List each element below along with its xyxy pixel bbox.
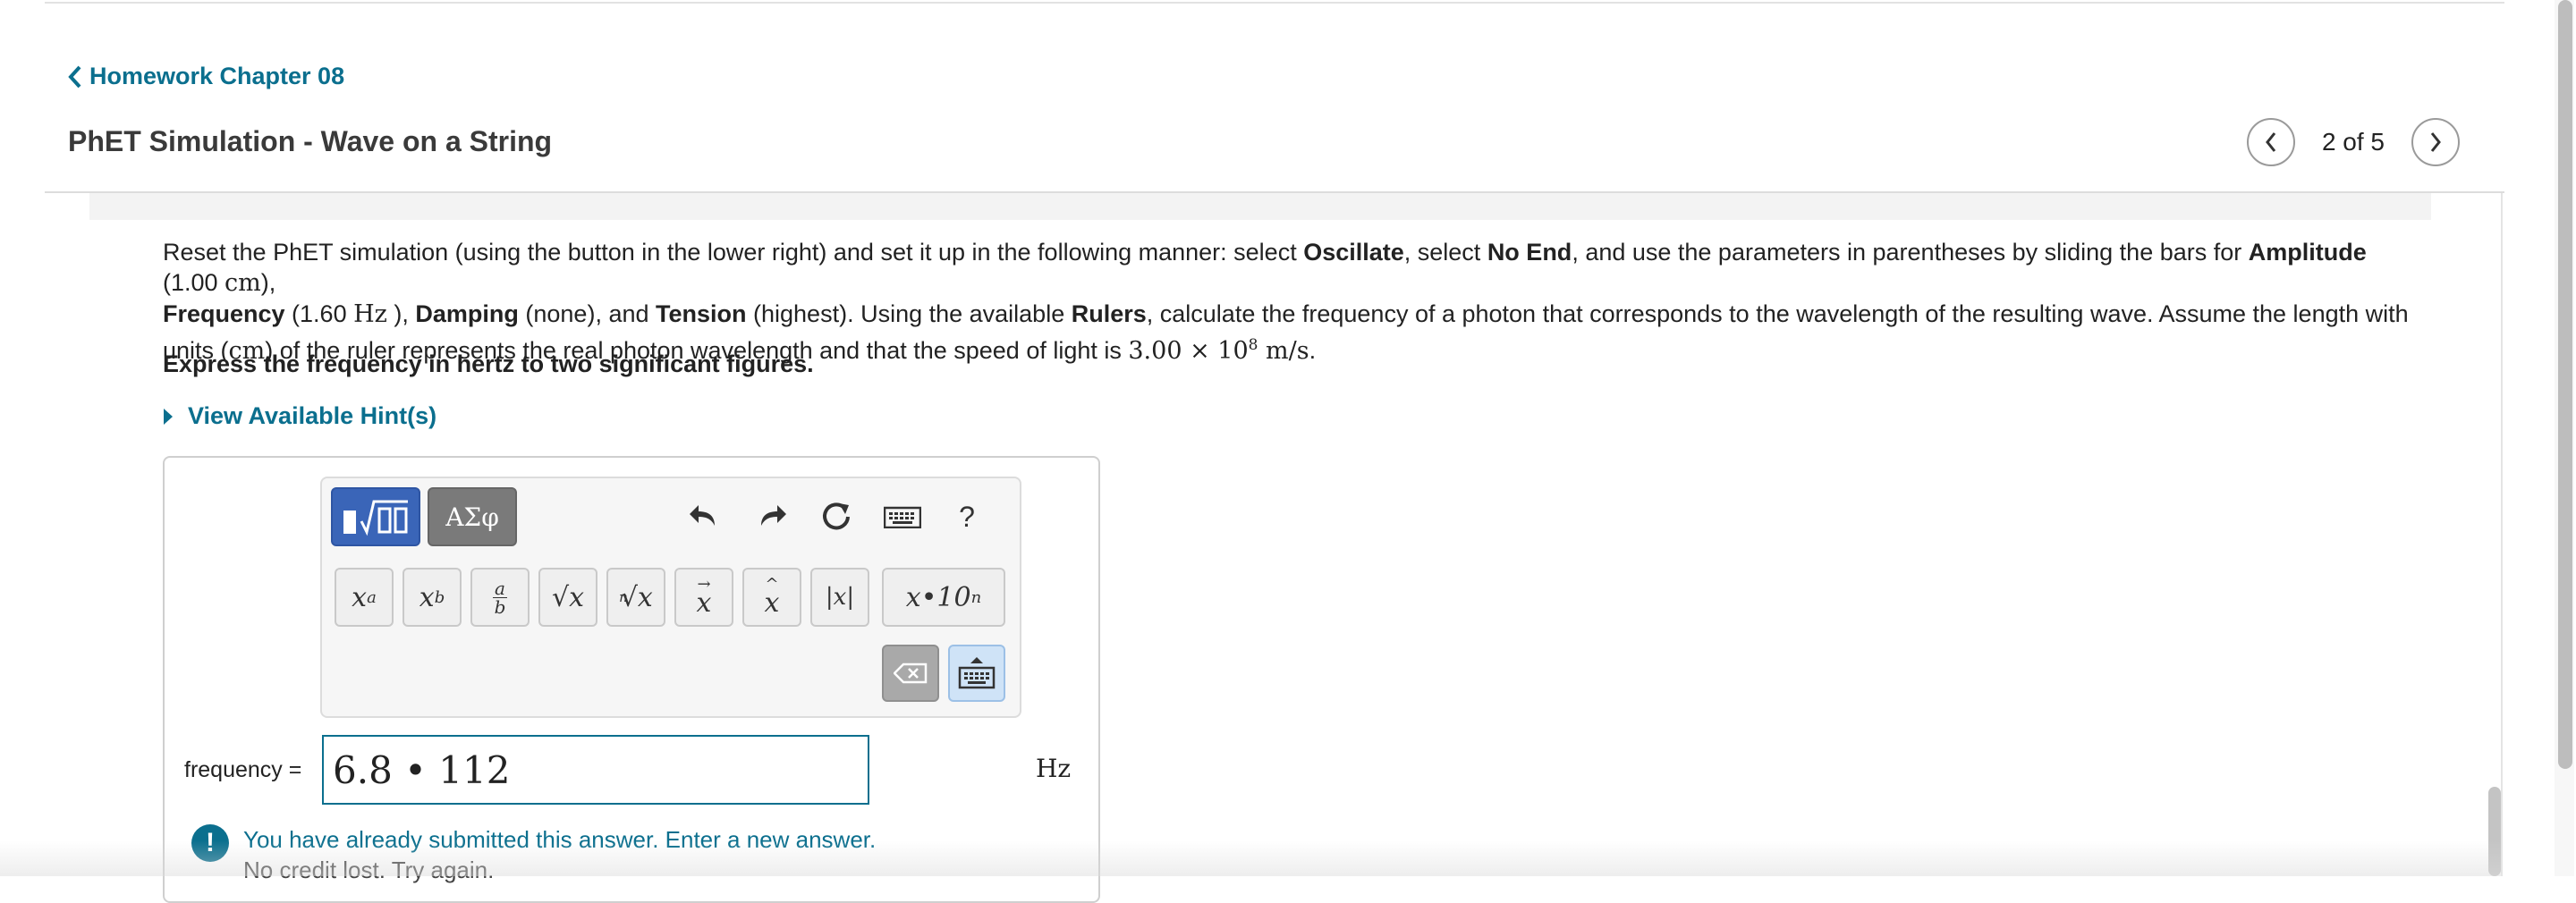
page-title: PhET Simulation - Wave on a String [68,125,553,157]
feedback-subtext: No credit lost. Try again. [243,857,495,883]
greek-mode-button[interactable]: ΑΣφ [428,487,517,546]
math-toolbar: ΑΣφ ? xa xb ab √x n √x → x ^ x |x| x•10 n [320,477,1021,718]
key-absolute-value[interactable]: |x| [810,568,869,627]
redo-button[interactable] [750,487,794,546]
chevron-left-icon [68,65,81,88]
back-link[interactable]: Homework Chapter 08 [68,63,344,90]
problem-statement: Reset the PhET simulation (using the but… [163,239,2409,365]
frequency-input[interactable]: 6.8 • 112 [322,735,869,805]
hint-toggle[interactable]: View Available Hint(s) [163,402,436,430]
keyboard-toggle-icon [958,657,996,689]
pagination: 2 of 5 [2246,118,2460,166]
key-square-root[interactable]: √x [538,568,597,627]
chevron-left-icon [2266,132,2276,152]
content-right-border [2501,193,2503,876]
key-nth-root[interactable]: n √x [606,568,665,627]
redo-icon [761,505,786,526]
keyboard-icon [884,506,921,528]
keyboard-toggle-button[interactable] [948,645,1005,702]
chevron-right-icon [2430,132,2441,152]
key-subscript[interactable]: xb [402,568,462,627]
key-fraction[interactable]: ab [470,568,530,627]
key-unit-vector[interactable]: ^ x [742,568,801,627]
undo-icon [690,505,715,526]
page-indicator: 2 of 5 [2321,128,2385,156]
next-button[interactable] [2411,118,2460,166]
scrollbar-thumb[interactable] [2558,0,2572,769]
frequency-label: frequency = [184,757,302,782]
help-button[interactable]: ? [945,487,989,546]
undo-button[interactable] [682,487,726,546]
key-vector[interactable]: → x [674,568,733,627]
inner-scrollbar-thumb[interactable] [2488,787,2501,876]
instruction: Express the frequency in hertz to two si… [163,350,814,377]
back-link-label[interactable]: Homework Chapter 08 [89,63,344,90]
prev-button[interactable] [2246,118,2295,166]
reset-button[interactable] [814,487,859,546]
backspace-icon [894,662,928,684]
content-band [89,193,2431,220]
key-superscript[interactable]: xa [335,568,394,627]
unit-label: Hz [1036,754,1072,783]
templates-mode-button[interactable] [331,487,420,546]
keyboard-shortcuts-button[interactable] [880,487,925,546]
reset-icon [823,502,850,530]
caret-right-icon [164,408,173,425]
alert-icon: ! [191,824,229,862]
backspace-button[interactable] [882,645,939,702]
templates-icon [343,500,408,536]
top-border [45,2,2504,4]
feedback-message: You have already submitted this answer. … [243,826,877,853]
key-scientific-notation[interactable]: x•10 n [882,568,1005,627]
hint-label[interactable]: View Available Hint(s) [188,402,436,430]
